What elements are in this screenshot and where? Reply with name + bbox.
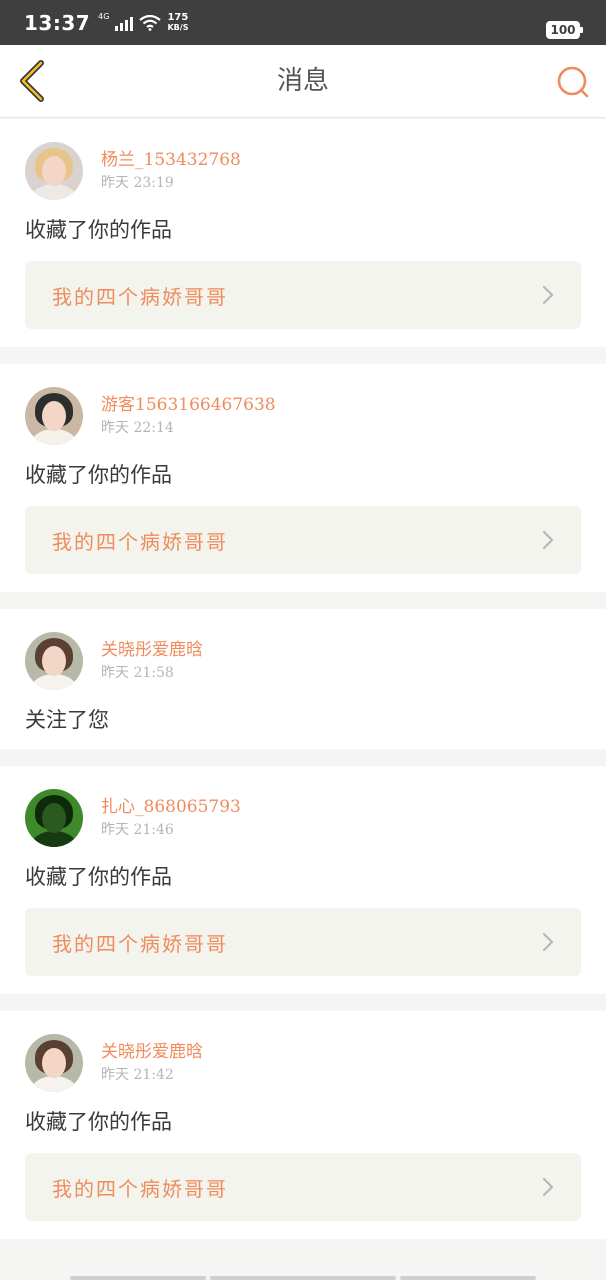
status-icons: 4G 175 KB/S <box>98 11 189 33</box>
divider <box>400 1276 536 1280</box>
message-action: 收藏了你的作品 <box>25 218 172 242</box>
network-speed: 175 KB/S <box>167 11 189 33</box>
message-header: 关晓彤爱鹿晗 昨天 21:58 <box>25 631 581 691</box>
avatar[interactable] <box>25 1034 83 1092</box>
avatar[interactable] <box>25 387 83 445</box>
message-username[interactable]: 杨兰_153432768 <box>101 148 241 172</box>
status-bar: 13:37 4G 175 KB/S 100 <box>0 0 606 45</box>
message-time: 昨天 23:19 <box>101 175 174 191</box>
message-header: 杨兰_153432768 昨天 23:19 <box>25 141 581 201</box>
work-link[interactable]: 我的四个病娇哥哥 <box>25 1153 581 1221</box>
chevron-right-icon <box>542 530 554 550</box>
message-meta: 游客1563166467638 昨天 22:14 <box>101 393 276 439</box>
message-action: 关注了您 <box>25 708 109 732</box>
message-header: 游客1563166467638 昨天 22:14 <box>25 386 581 446</box>
network-speed-value: 175 <box>167 11 189 23</box>
message-action: 收藏了你的作品 <box>25 463 172 487</box>
chevron-right-icon <box>542 932 554 952</box>
message-username[interactable]: 扎心_868065793 <box>101 795 241 819</box>
work-title: 我的四个病娇哥哥 <box>52 1176 228 1201</box>
search-icon <box>557 66 589 98</box>
avatar[interactable] <box>25 142 83 200</box>
message-time: 昨天 21:42 <box>101 1067 174 1083</box>
message-username[interactable]: 游客1563166467638 <box>101 393 276 417</box>
message-card[interactable]: 关晓彤爱鹿晗 昨天 21:58 关注了您 <box>0 609 606 749</box>
network-type-label: 4G <box>98 11 110 21</box>
message-meta: 关晓彤爱鹿晗 昨天 21:42 <box>101 1040 203 1086</box>
work-link[interactable]: 我的四个病娇哥哥 <box>25 908 581 976</box>
avatar[interactable] <box>25 632 83 690</box>
app-header: 消息 <box>0 45 606 118</box>
work-link[interactable]: 我的四个病娇哥哥 <box>25 506 581 574</box>
message-header: 扎心_868065793 昨天 21:46 <box>25 788 581 848</box>
message-username[interactable]: 关晓彤爱鹿晗 <box>101 638 203 662</box>
chevron-right-icon <box>542 1177 554 1197</box>
battery-icon: 100 <box>546 21 583 39</box>
message-action: 收藏了你的作品 <box>25 865 172 889</box>
message-header: 关晓彤爱鹿晗 昨天 21:42 <box>25 1033 581 1093</box>
message-list: 杨兰_153432768 昨天 23:19 收藏了你的作品 我的四个病娇哥哥 游… <box>0 119 606 1256</box>
work-title: 我的四个病娇哥哥 <box>52 529 228 554</box>
divider <box>210 1276 396 1280</box>
message-meta: 关晓彤爱鹿晗 昨天 21:58 <box>101 638 203 684</box>
message-time: 昨天 21:46 <box>101 822 174 838</box>
work-title: 我的四个病娇哥哥 <box>52 931 228 956</box>
message-action: 收藏了你的作品 <box>25 1110 172 1134</box>
wifi-icon <box>139 14 162 31</box>
message-meta: 扎心_868065793 昨天 21:46 <box>101 795 241 841</box>
bottom-scroll-hint <box>0 1262 606 1280</box>
message-time: 昨天 22:14 <box>101 420 174 436</box>
status-time: 13:37 <box>24 10 91 35</box>
signal-icon <box>115 15 134 31</box>
network-speed-unit: KB/S <box>167 22 189 32</box>
message-username[interactable]: 关晓彤爱鹿晗 <box>101 1040 203 1064</box>
message-card[interactable]: 扎心_868065793 昨天 21:46 收藏了你的作品 我的四个病娇哥哥 <box>0 766 606 994</box>
chevron-right-icon <box>542 285 554 305</box>
avatar[interactable] <box>25 789 83 847</box>
message-card[interactable]: 关晓彤爱鹿晗 昨天 21:42 收藏了你的作品 我的四个病娇哥哥 <box>0 1011 606 1239</box>
message-card[interactable]: 游客1563166467638 昨天 22:14 收藏了你的作品 我的四个病娇哥… <box>0 364 606 592</box>
message-time: 昨天 21:58 <box>101 665 174 681</box>
work-title: 我的四个病娇哥哥 <box>52 284 228 309</box>
search-button[interactable] <box>554 63 592 101</box>
message-card[interactable]: 杨兰_153432768 昨天 23:19 收藏了你的作品 我的四个病娇哥哥 <box>0 119 606 347</box>
page-title: 消息 <box>276 66 329 96</box>
work-link[interactable]: 我的四个病娇哥哥 <box>25 261 581 329</box>
divider <box>70 1276 206 1280</box>
message-meta: 杨兰_153432768 昨天 23:19 <box>101 148 241 194</box>
